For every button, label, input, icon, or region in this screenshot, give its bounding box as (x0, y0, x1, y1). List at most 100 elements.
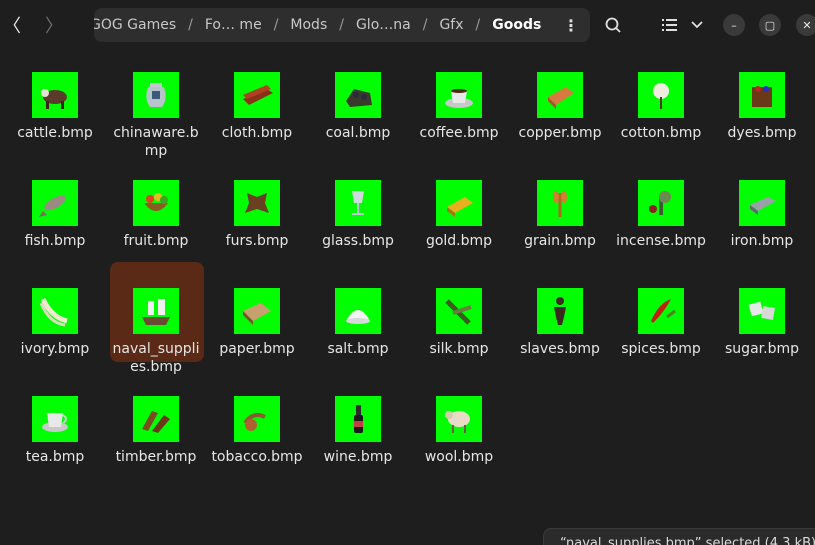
file-item[interactable]: cattle.bmp (5, 58, 105, 142)
file-name: ivory.bmp (20, 341, 90, 357)
status-text: “naval_supplies.bmp” selected (4.3 kB) (560, 536, 815, 545)
file-name: coffee.bmp (419, 125, 499, 141)
file-name: paper.bmp (219, 341, 295, 357)
file-name: silk.bmp (429, 341, 489, 357)
file-item[interactable]: grain.bmp (510, 166, 610, 250)
file-name: glass.bmp (322, 233, 394, 249)
file-name: gold.bmp (425, 233, 493, 249)
maximize-icon: ▢ (764, 18, 776, 32)
file-name: slaves.bmp (520, 341, 600, 357)
file-name: grain.bmp (524, 233, 596, 249)
breadcrumb-current[interactable]: Goods (480, 17, 553, 33)
file-name: fruit.bmp (123, 233, 189, 249)
file-item[interactable]: wool.bmp (409, 382, 509, 466)
file-item[interactable]: slaves.bmp (510, 274, 610, 358)
file-name: fish.bmp (24, 233, 86, 249)
file-name: dyes.bmp (727, 125, 797, 141)
coal-icon (335, 72, 381, 118)
wool-icon (436, 396, 482, 442)
vertical-dots-icon: ⋮ (563, 15, 579, 35)
spices-icon (638, 288, 684, 334)
breadcrumb-item[interactable]: GOG Games (94, 17, 188, 33)
minimize-button[interactable]: – (723, 14, 745, 36)
file-item[interactable]: furs.bmp (207, 166, 307, 250)
file-name: chinaware.bmp (113, 125, 199, 159)
wine-icon (335, 396, 381, 442)
file-item[interactable]: dyes.bmp (712, 58, 812, 142)
gold-icon (436, 180, 482, 226)
file-item[interactable]: incense.bmp (611, 166, 711, 250)
copper-icon (537, 72, 583, 118)
file-name: incense.bmp (616, 233, 706, 249)
file-item[interactable]: iron.bmp (712, 166, 812, 250)
sugar-icon (739, 288, 785, 334)
file-item[interactable]: copper.bmp (510, 58, 610, 142)
breadcrumb-item[interactable]: Fo… me (193, 17, 274, 33)
furs-icon (234, 180, 280, 226)
cloth-icon (234, 72, 280, 118)
incense-icon (638, 180, 684, 226)
breadcrumb-item[interactable]: Glo…na (344, 17, 423, 33)
breadcrumb: GOG Games / Fo… me / Mods / Glo…na / Gfx… (94, 8, 590, 42)
file-item[interactable]: tea.bmp (5, 382, 105, 466)
status-bar: “naval_supplies.bmp” selected (4.3 kB) (543, 528, 815, 545)
file-item[interactable]: tobacco.bmp (207, 382, 307, 466)
search-button[interactable] (596, 8, 630, 42)
file-name: cloth.bmp (221, 125, 293, 141)
file-item[interactable]: fruit.bmp (106, 166, 206, 250)
forward-button[interactable]: 〉 (36, 8, 72, 42)
file-name: coal.bmp (325, 125, 391, 141)
grain-icon (537, 180, 583, 226)
file-name: cotton.bmp (620, 125, 702, 141)
back-button[interactable]: 〈 (0, 8, 30, 42)
file-item[interactable]: paper.bmp (207, 274, 307, 358)
file-name: wool.bmp (424, 449, 494, 465)
fruit-icon (133, 180, 179, 226)
timber-icon (133, 396, 179, 442)
file-item[interactable]: salt.bmp (308, 274, 408, 358)
chevron-left-icon: 〈 (3, 16, 21, 37)
file-name: iron.bmp (730, 233, 794, 249)
file-item[interactable]: naval_supplies.bmp (106, 262, 206, 376)
chinaware-icon (133, 72, 179, 118)
file-item[interactable]: wine.bmp (308, 382, 408, 466)
chevron-right-icon: 〉 (45, 16, 63, 37)
coffee-icon (436, 72, 482, 118)
file-item[interactable]: gold.bmp (409, 166, 509, 250)
file-name: timber.bmp (115, 449, 197, 465)
file-name: spices.bmp (621, 341, 701, 357)
ship-icon (133, 288, 179, 334)
file-item[interactable]: fish.bmp (5, 166, 105, 250)
file-item[interactable]: silk.bmp (409, 274, 509, 358)
silk-icon (436, 288, 482, 334)
file-item[interactable]: cloth.bmp (207, 58, 307, 142)
list-view-button[interactable] (655, 8, 685, 42)
file-item[interactable]: glass.bmp (308, 166, 408, 250)
file-name: cattle.bmp (17, 125, 93, 141)
file-item[interactable]: timber.bmp (106, 382, 206, 466)
maximize-button[interactable]: ▢ (759, 14, 781, 36)
tea-icon (32, 396, 78, 442)
tobacco-icon (234, 396, 280, 442)
search-icon (605, 17, 621, 33)
breadcrumb-item[interactable]: Mods (278, 17, 339, 33)
file-name: furs.bmp (225, 233, 289, 249)
list-icon (662, 19, 677, 31)
breadcrumb-item[interactable]: Gfx (427, 17, 475, 33)
glass-icon (335, 180, 381, 226)
file-name: copper.bmp (518, 125, 602, 141)
file-item[interactable]: chinaware.bmp (106, 58, 206, 160)
file-item[interactable]: cotton.bmp (611, 58, 711, 142)
file-name: salt.bmp (327, 341, 389, 357)
file-item[interactable]: spices.bmp (611, 274, 711, 358)
fish-icon (32, 180, 78, 226)
file-name: wine.bmp (323, 449, 393, 465)
file-item[interactable]: sugar.bmp (712, 274, 812, 358)
minimize-icon: – (731, 18, 737, 32)
file-item[interactable]: coffee.bmp (409, 58, 509, 142)
file-item[interactable]: coal.bmp (308, 58, 408, 142)
view-options-dropdown[interactable] (686, 8, 708, 42)
path-menu-button[interactable]: ⋮ (560, 8, 582, 42)
close-button[interactable]: ✕ (796, 14, 815, 36)
file-item[interactable]: ivory.bmp (5, 274, 105, 358)
